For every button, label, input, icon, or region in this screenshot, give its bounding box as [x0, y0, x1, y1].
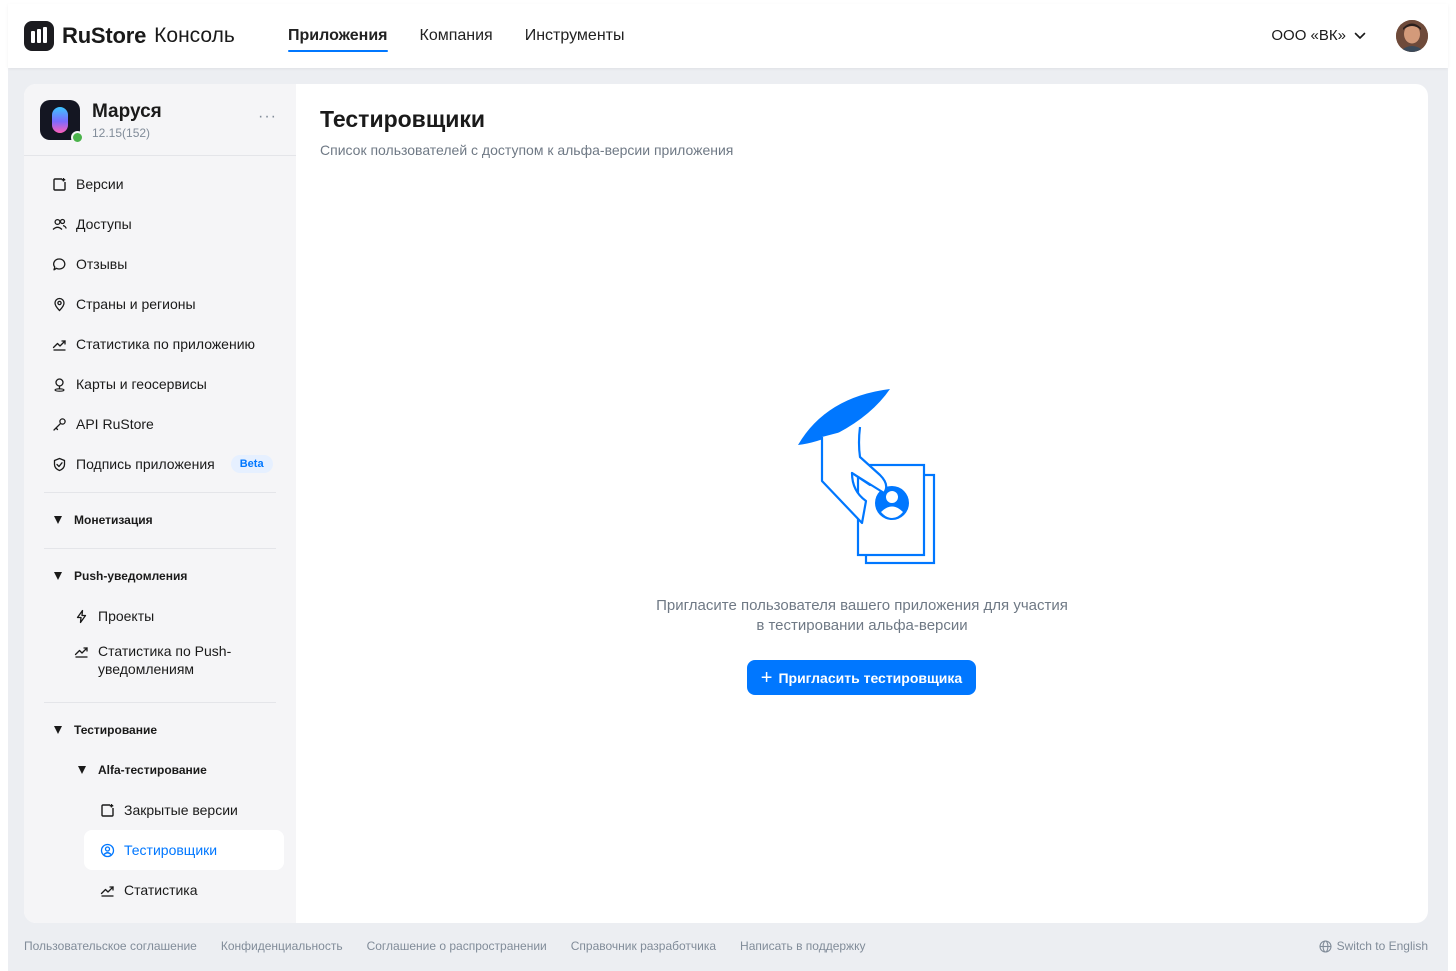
sidebar-item-label: API RuStore: [76, 416, 154, 432]
sidebar-item-label: уведомлениям: [98, 661, 195, 677]
app-frame: RuStore Консоль Приложения Компания Инст…: [8, 4, 1448, 971]
sidebar-item-label: Страны и регионы: [76, 296, 196, 312]
beta-badge: Beta: [230, 455, 273, 473]
sidebar-item-projects[interactable]: Проекты: [74, 596, 154, 636]
versions-icon: [53, 177, 66, 191]
sidebar-item-countries[interactable]: Страны и регионы: [52, 284, 196, 324]
app-header: Маруся 12.15(152) ···: [24, 84, 296, 156]
sidebar-item-label: Закрытые версии: [124, 802, 238, 818]
footer-link-dev-guide[interactable]: Справочник разработчика: [571, 939, 716, 953]
sidebar-item-testing-stats[interactable]: Статистика: [100, 870, 198, 910]
sidebar-item-push-stats[interactable]: Статистика по Push- уведомлениям: [74, 642, 231, 686]
rustore-logo-icon: [24, 21, 54, 51]
brand-subtitle: Консоль: [154, 24, 235, 47]
nav-applications[interactable]: Приложения: [288, 4, 388, 68]
content-card: Маруся 12.15(152) ··· Версии Доступы Отз…: [24, 84, 1428, 923]
plus-icon: +: [760, 666, 773, 689]
sidebar-item-label: Статистика по приложению: [76, 336, 256, 352]
org-name: ООО «ВК»: [1271, 27, 1346, 44]
stats-icon: [52, 339, 66, 351]
user-circle-icon: [100, 843, 115, 857]
page-title: Тестировщики: [320, 106, 486, 132]
caret-down-icon: [78, 766, 86, 774]
globe-icon: [1319, 939, 1332, 953]
sidebar-group-label: Push-уведомления: [74, 569, 188, 583]
invite-tester-label: Пригласить тестировщика: [778, 669, 963, 686]
sidebar-group-label: Alfa-тестирование: [98, 763, 207, 777]
invite-tester-button[interactable]: + Пригласить тестировщика: [747, 660, 976, 695]
map-pin-icon: [54, 377, 65, 392]
sidebar-item-label: Статистика по Push-: [98, 643, 232, 659]
footer-link-privacy[interactable]: Конфиденциальность: [221, 939, 343, 953]
more-options-icon[interactable]: ···: [258, 108, 277, 126]
sidebar-item-api[interactable]: API RuStore: [52, 404, 154, 444]
sidebar-item-label: Статистика: [124, 882, 198, 898]
sidebar-group-label: Тестирование: [74, 723, 158, 737]
caret-down-icon: [54, 516, 62, 524]
sidebar-group-monetization[interactable]: Монетизация: [54, 510, 153, 530]
empty-state-line: Пригласите пользователя вашего приложени…: [656, 597, 1068, 614]
sidebar-item-closed-versions[interactable]: Закрытые версии: [100, 790, 238, 830]
footer-link-distribution-agreement[interactable]: Соглашение о распространении: [367, 939, 547, 953]
users-icon: [52, 218, 67, 230]
caret-down-icon: [54, 572, 62, 580]
nav-company[interactable]: Компания: [420, 4, 493, 68]
footer: Пользовательское соглашение Конфиденциал…: [24, 939, 1428, 955]
empty-state-text: Пригласите пользователя вашего приложени…: [562, 596, 1162, 636]
sidebar-item-label: Доступы: [76, 216, 132, 232]
language-switch[interactable]: Switch to English: [1319, 939, 1428, 953]
rustore-logo[interactable]: RuStore Консоль: [24, 21, 235, 51]
sidebar-group-alfa[interactable]: Alfa-тестирование: [78, 760, 207, 780]
sidebar-divider: [44, 548, 276, 549]
location-icon: [54, 297, 65, 311]
sidebar-item-label: Отзывы: [76, 256, 128, 272]
online-status-dot: [71, 131, 84, 144]
sidebar-group-testing[interactable]: Тестирование: [54, 720, 157, 740]
sidebar-item-access[interactable]: Доступы: [52, 204, 132, 244]
sidebar-group-label: Монетизация: [74, 513, 153, 527]
org-switcher[interactable]: ООО «ВК»: [1271, 27, 1366, 44]
sidebar-item-app-stats[interactable]: Статистика по приложению: [52, 324, 255, 364]
app-sidebar: Маруся 12.15(152) ··· Версии Доступы Отз…: [24, 84, 296, 923]
app-icon: [40, 100, 84, 144]
sidebar-item-reviews[interactable]: Отзывы: [52, 244, 127, 284]
sidebar-group-push[interactable]: Push-уведомления: [54, 566, 187, 586]
sidebar-item-label: Тестировщики: [124, 842, 218, 858]
sidebar-item-label: Карты и геосервисы: [76, 376, 207, 392]
sidebar-item-versions[interactable]: Версии: [52, 164, 124, 204]
stats-icon: [74, 647, 88, 658]
caret-down-icon: [54, 726, 62, 734]
sidebar-item-maps[interactable]: Карты и геосервисы: [52, 364, 207, 404]
main-content: Тестировщики Список пользователей с дост…: [296, 84, 1428, 923]
main-nav: Приложения Компания Инструменты: [288, 4, 656, 68]
empty-state-illustration: [786, 381, 946, 576]
sidebar-item-label: Версии: [76, 176, 124, 192]
user-avatar[interactable]: [1396, 20, 1428, 52]
stats-icon: [100, 885, 114, 897]
empty-state-line: в тестировании альфа-версии: [756, 617, 968, 634]
nav-tools[interactable]: Инструменты: [525, 4, 625, 68]
shield-icon: [53, 457, 66, 471]
footer-link-user-agreement[interactable]: Пользовательское соглашение: [24, 939, 197, 953]
sidebar-item-label: Подпись приложения: [76, 456, 215, 472]
key-icon: [53, 417, 66, 431]
language-switch-label: Switch to English: [1336, 939, 1428, 953]
sidebar-item-label-wrap: Статистика по Push- уведомлениям: [98, 642, 231, 678]
page-subtitle: Список пользователей с доступом к альфа-…: [320, 142, 734, 158]
sidebar-item-label: Проекты: [98, 608, 155, 624]
sidebar-item-testers[interactable]: Тестировщики: [84, 830, 284, 870]
app-name: Маруся: [92, 101, 162, 122]
sidebar-divider: [44, 702, 276, 703]
sidebar-divider: [44, 492, 276, 493]
lightning-icon: [76, 609, 87, 623]
footer-links: Пользовательское соглашение Конфиденциал…: [24, 939, 889, 953]
footer-link-support[interactable]: Написать в поддержку: [740, 939, 865, 953]
chevron-down-icon: [1354, 32, 1366, 39]
versions-icon: [101, 803, 114, 817]
top-bar: RuStore Консоль Приложения Компания Инст…: [8, 4, 1448, 68]
brand-name: RuStore: [62, 23, 147, 48]
app-version: 12.15(152): [92, 126, 151, 140]
reviews-icon: [53, 257, 66, 270]
sidebar-item-signing[interactable]: Подпись приложения Beta: [52, 444, 273, 484]
